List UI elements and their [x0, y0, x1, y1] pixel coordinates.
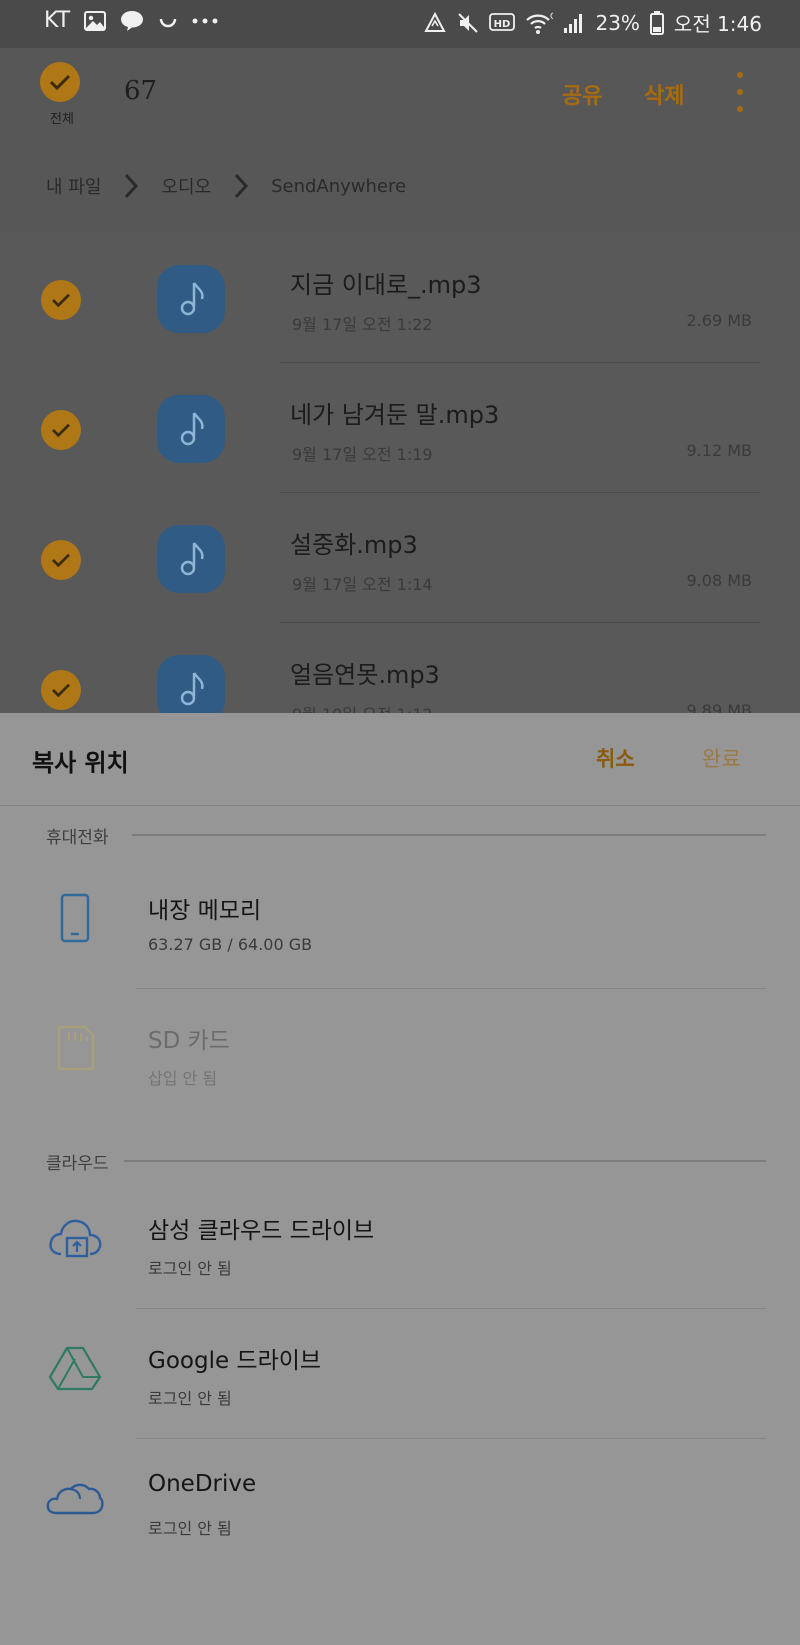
chevron-right-icon: [234, 173, 249, 199]
samsung-cloud-item[interactable]: 삼성 클라우드 드라이브 로그인 안 됨: [0, 1179, 800, 1309]
file-row[interactable]: 네가 남겨둔 말.mp3 9월 17일 오전 1:19 9.12 MB: [0, 363, 800, 493]
sheet-title: 복사 위치: [32, 749, 129, 777]
delete-button[interactable]: 삭제: [644, 78, 684, 110]
breadcrumb-audio[interactable]: 오디오: [161, 173, 211, 199]
storage-name: OneDrive: [148, 1471, 257, 1497]
file-date: 9월 17일 오전 1:22: [292, 315, 433, 334]
file-name: 네가 남겨둔 말.mp3: [290, 401, 500, 429]
onedrive-item[interactable]: OneDrive 로그인 안 됨: [0, 1439, 800, 1569]
more-options-icon[interactable]: [730, 72, 750, 112]
section-divider: [132, 834, 766, 836]
music-note-icon: [157, 525, 225, 593]
sd-card-icon: [46, 1019, 104, 1077]
cloud-upload-icon: [46, 1209, 104, 1267]
battery-icon: [649, 10, 664, 35]
status-bar: KT HD G: [0, 0, 800, 48]
file-list: 지금 이대로_.mp3 9월 17일 오전 1:22 2.69 MB 네가 남겨…: [0, 233, 800, 713]
gallery-icon: [84, 10, 107, 31]
music-note-icon: [157, 395, 225, 463]
sheet-header: 복사 위치 취소 완료: [0, 713, 800, 806]
mute-icon: [457, 12, 479, 34]
breadcrumb-sendanywhere[interactable]: SendAnywhere: [271, 176, 406, 197]
selected-count: 67: [124, 76, 158, 106]
done-button[interactable]: 완료: [702, 743, 741, 773]
file-size: 9.08 MB: [686, 571, 753, 590]
sd-card-item: SD 카드 삽입 안 됨: [0, 989, 800, 1119]
onedrive-cloud-icon: [46, 1469, 104, 1527]
section-divider: [124, 1160, 766, 1162]
file-size: 9.12 MB: [686, 441, 753, 460]
share-button[interactable]: 공유: [562, 78, 602, 110]
signal-strength-icon: [563, 12, 585, 34]
select-all-label: 전체: [50, 112, 74, 127]
section-label-phone: 휴대전화: [46, 828, 109, 848]
internal-storage-item[interactable]: 내장 메모리 63.27 GB / 64.00 GB: [0, 859, 800, 989]
file-row[interactable]: 지금 이대로_.mp3 9월 17일 오전 1:22 2.69 MB: [0, 233, 800, 363]
file-name: 설중화.mp3: [290, 531, 418, 559]
breadcrumb-my-files[interactable]: 내 파일: [46, 173, 101, 199]
google-drive-icon: [46, 1339, 104, 1397]
hd-voice-icon: HD: [489, 12, 516, 33]
music-note-icon: [157, 265, 225, 333]
file-date: 9월 10일 오전 1:12: [292, 701, 433, 713]
row-check-icon[interactable]: [41, 670, 81, 710]
file-row[interactable]: 설중화.mp3 9월 17일 오전 1:14 9.08 MB: [0, 493, 800, 623]
selection-action-bar: 전체 67 공유 삭제: [0, 48, 800, 144]
storage-name: 내장 메모리: [148, 898, 262, 924]
storage-status: 삽입 안 됨: [148, 1069, 218, 1088]
row-check-icon[interactable]: [41, 410, 81, 450]
storage-name: Google 드라이브: [148, 1348, 322, 1374]
cancel-button[interactable]: 취소: [596, 743, 635, 773]
wifi-icon: G: [525, 11, 553, 35]
network-type-label: G: [550, 12, 553, 22]
svg-text:HD: HD: [494, 19, 511, 30]
section-label-cloud: 클라우드: [46, 1154, 109, 1174]
clock: 오전 1:46: [673, 12, 762, 36]
music-note-icon: [157, 655, 225, 713]
more-notifications-icon: [192, 18, 218, 24]
copy-location-sheet: 복사 위치 취소 완료 휴대전화 내장 메모리 63.27 GB / 64.00…: [0, 713, 800, 1645]
file-size: 9.89 MB: [686, 701, 753, 713]
sync-arc-icon: [158, 11, 178, 31]
file-row[interactable]: 얼음연못.mp3 9월 10일 오전 1:12 9.89 MB: [0, 623, 800, 713]
file-name: 지금 이대로_.mp3: [290, 271, 482, 299]
carrier-label: KT: [44, 8, 71, 33]
breadcrumb: 내 파일 오디오 SendAnywhere: [46, 166, 406, 206]
select-all-button[interactable]: 전체: [40, 62, 86, 127]
select-all-check-icon: [40, 62, 80, 102]
row-check-icon[interactable]: [41, 540, 81, 580]
google-drive-item[interactable]: Google 드라이브 로그인 안 됨: [0, 1309, 800, 1439]
screen: KT HD G: [0, 0, 800, 1645]
file-date: 9월 17일 오전 1:14: [292, 575, 433, 594]
battery-percent: 23%: [595, 10, 640, 35]
storage-usage: 63.27 GB / 64.00 GB: [148, 935, 313, 954]
row-check-icon[interactable]: [41, 280, 81, 320]
recycle-icon: [423, 11, 447, 34]
file-date: 9월 17일 오전 1:19: [292, 445, 433, 464]
phone-icon: [46, 889, 104, 947]
chevron-right-icon: [125, 173, 139, 199]
file-name: 얼음연못.mp3: [290, 661, 440, 689]
storage-status: 로그인 안 됨: [148, 1389, 232, 1408]
storage-name: 삼성 클라우드 드라이브: [148, 1218, 375, 1244]
storage-status: 로그인 안 됨: [148, 1519, 232, 1538]
storage-name: SD 카드: [148, 1028, 230, 1054]
chat-bubble-icon: [120, 10, 144, 32]
file-manager-header: 전체 67 공유 삭제 내 파일 오디오 SendAnywhere: [0, 48, 800, 233]
storage-status: 로그인 안 됨: [148, 1259, 232, 1278]
file-size: 2.69 MB: [686, 311, 753, 330]
